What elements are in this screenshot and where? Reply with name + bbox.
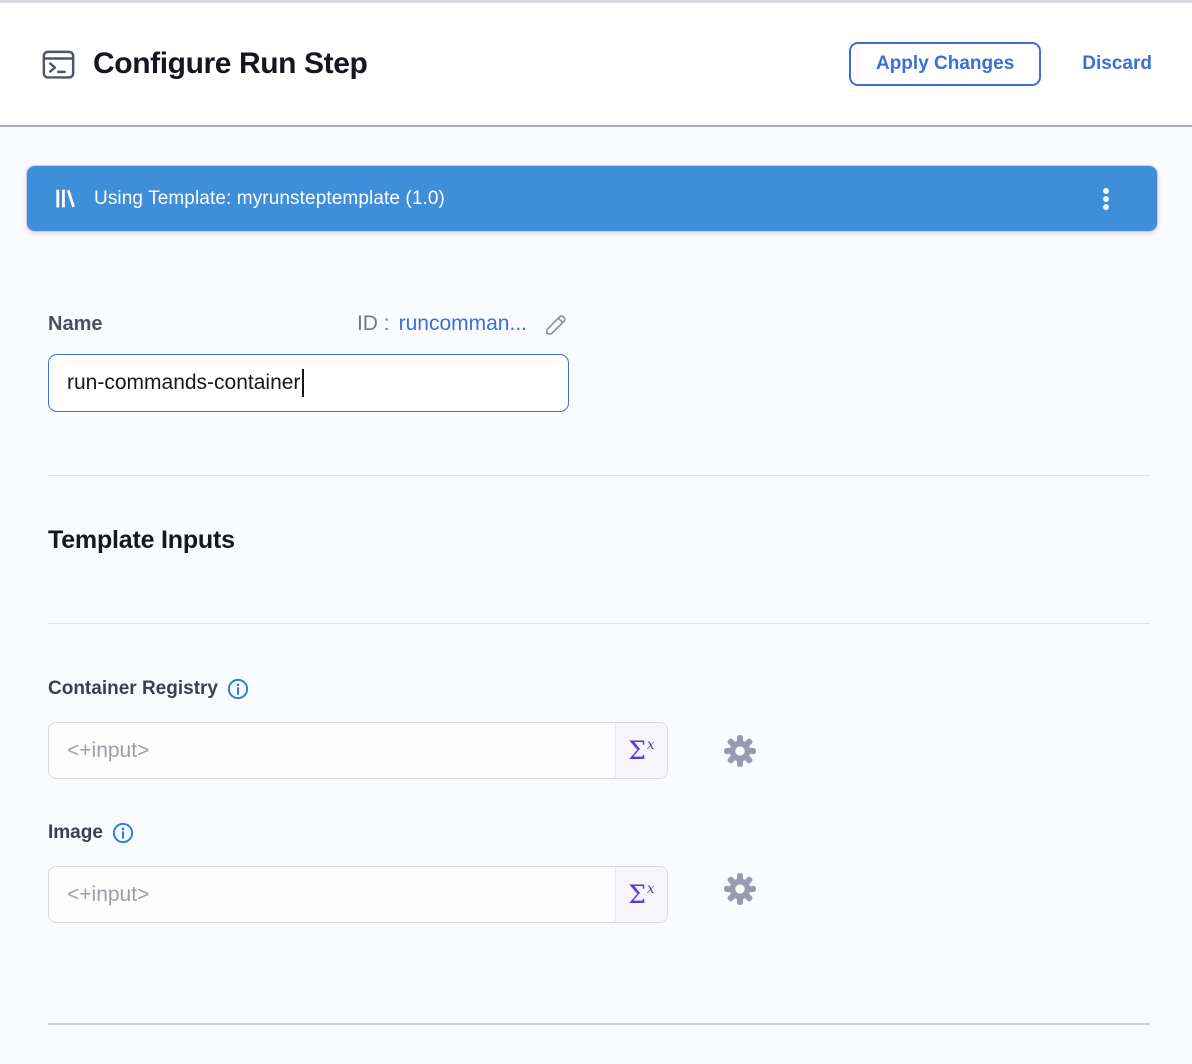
settings-gear-icon[interactable] (722, 733, 758, 769)
panel-header: Configure Run Step Apply Changes Discard (0, 3, 1192, 127)
name-input-value: run-commands-container (67, 371, 300, 395)
configure-run-step-panel: Configure Run Step Apply Changes Discard… (0, 0, 1192, 1064)
image-field: Image Σ x (48, 819, 768, 923)
image-input[interactable] (49, 867, 667, 922)
step-id-value[interactable]: runcomman... (399, 312, 527, 336)
container-registry-field: Container Registry Σ x (48, 675, 768, 779)
step-id-label: ID : (357, 312, 390, 336)
name-input[interactable]: run-commands-container (48, 354, 569, 412)
apply-changes-button[interactable]: Apply Changes (849, 42, 1041, 86)
sigma-icon: Σ (628, 882, 646, 907)
container-registry-input-wrap: Σ x (48, 722, 668, 779)
container-registry-label: Container Registry (48, 678, 218, 700)
sigma-sup: x (647, 738, 655, 752)
sigma-icon: Σ (628, 738, 646, 763)
section-divider (48, 623, 1150, 624)
using-template-text: Using Template: myrunsteptemplate (1.0) (94, 188, 1091, 210)
field-label-row: Image (48, 819, 768, 846)
section-divider (48, 475, 1150, 476)
name-id-row: Name ID : runcomman... (48, 306, 569, 342)
header-actions: Apply Changes Discard (849, 42, 1152, 86)
header-title-group: Configure Run Step (40, 46, 367, 83)
image-label: Image (48, 822, 103, 844)
image-input-wrap: Σ x (48, 866, 668, 923)
run-step-terminal-icon (40, 46, 77, 83)
expression-input-type-button[interactable]: Σ x (615, 867, 667, 922)
bottom-divider (48, 1023, 1150, 1025)
expression-input-type-button[interactable]: Σ x (615, 723, 667, 778)
info-icon[interactable] (112, 822, 134, 844)
banner-kebab-menu-icon[interactable] (1091, 181, 1121, 217)
text-cursor (302, 369, 304, 397)
template-library-icon (53, 186, 78, 211)
name-label: Name (48, 313, 102, 336)
edit-id-pencil-icon[interactable] (542, 311, 569, 338)
sigma-sup: x (647, 882, 655, 896)
page-title: Configure Run Step (93, 47, 367, 81)
discard-button[interactable]: Discard (1082, 53, 1152, 75)
field-label-row: Container Registry (48, 675, 768, 702)
using-template-banner: Using Template: myrunsteptemplate (1.0) (26, 165, 1158, 232)
template-inputs-heading: Template Inputs (48, 526, 235, 555)
step-id-group: ID : runcomman... (357, 311, 569, 338)
info-icon[interactable] (227, 678, 249, 700)
container-registry-input[interactable] (49, 723, 667, 778)
settings-gear-icon[interactable] (722, 871, 758, 907)
